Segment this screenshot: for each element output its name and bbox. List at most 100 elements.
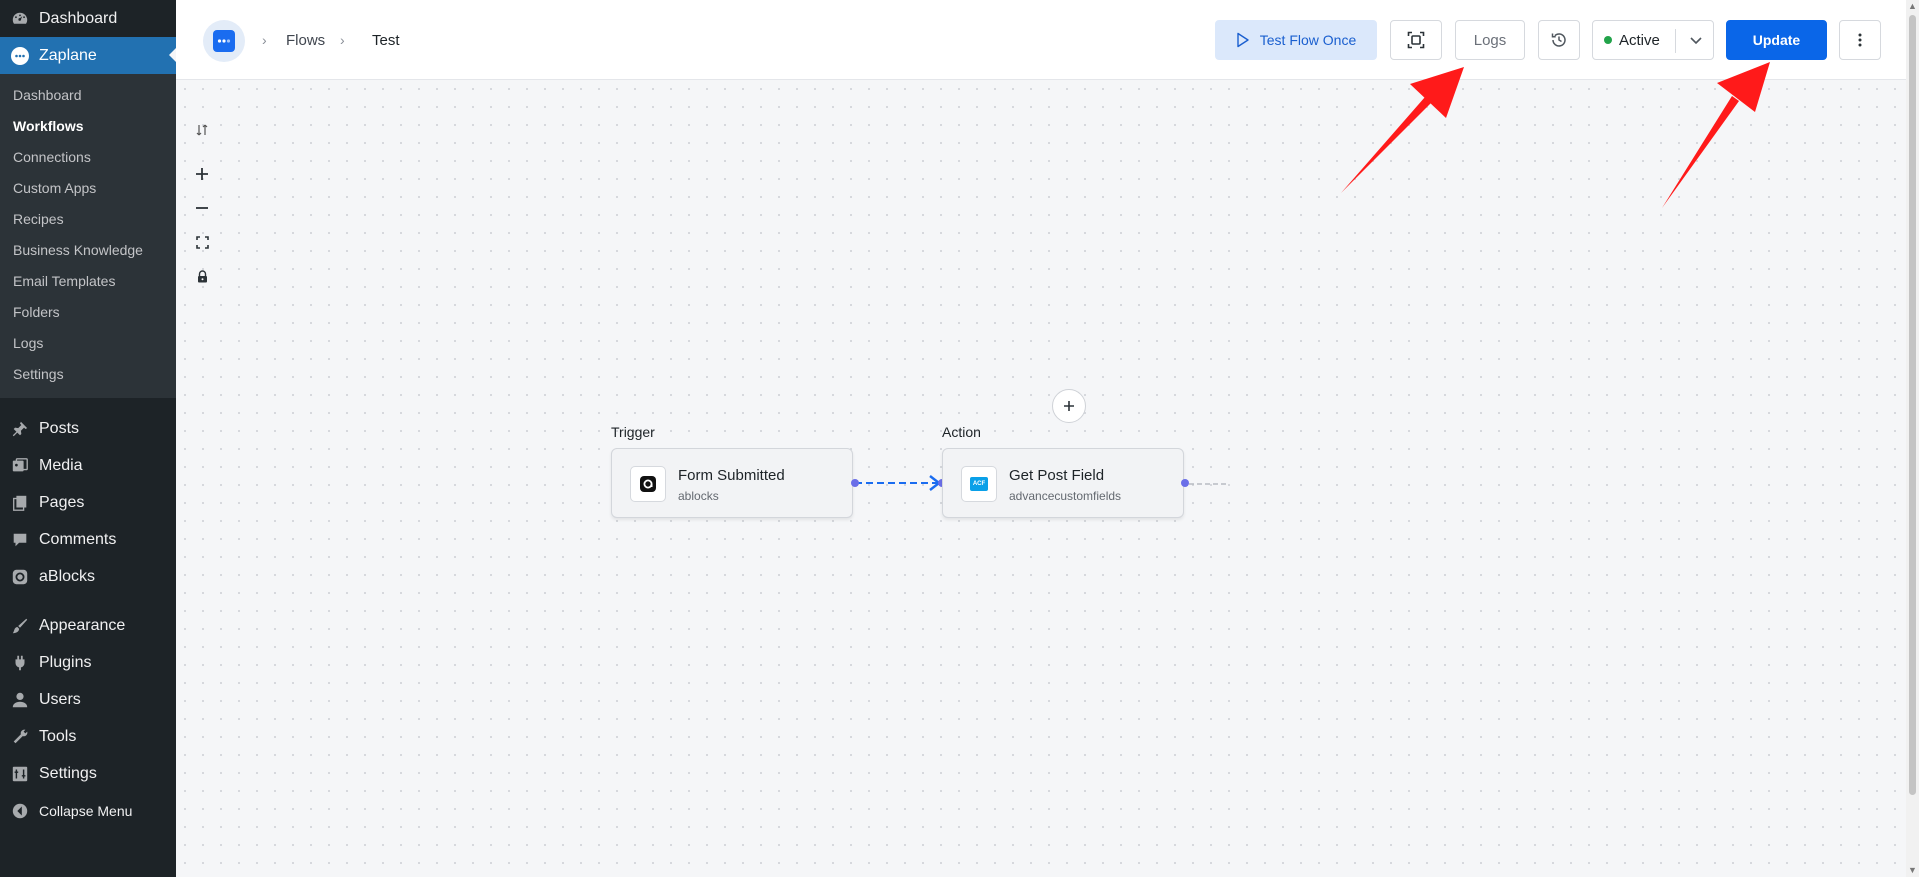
submenu-logs[interactable]: Logs [0, 328, 176, 359]
play-icon [1237, 32, 1249, 48]
zaplane-submenu: Dashboard Workflows Connections Custom A… [0, 74, 176, 398]
lock-icon[interactable] [190, 264, 214, 288]
menu-posts[interactable]: Posts [0, 410, 176, 447]
submenu-business-knowledge[interactable]: Business Knowledge [0, 235, 176, 266]
menu-comments[interactable]: Comments [0, 521, 176, 558]
focus-view-button[interactable] [1390, 20, 1442, 60]
action-section-label: Action [942, 424, 981, 440]
submenu-connections[interactable]: Connections [0, 142, 176, 173]
trigger-app: ablocks [678, 489, 719, 503]
ablocks-app-icon [630, 466, 666, 502]
plug-icon [10, 653, 30, 673]
status-label: Active [1619, 31, 1660, 49]
settings-icon [10, 764, 30, 784]
menu-users[interactable]: Users [0, 681, 176, 718]
menu-collapse-label: Collapse Menu [39, 802, 133, 819]
submenu-folders[interactable]: Folders [0, 297, 176, 328]
zaplane-logo[interactable] [203, 20, 245, 62]
zaplane-logo-icon [213, 30, 235, 52]
acf-logo-text: ACF [970, 477, 988, 491]
submenu-dashboard[interactable]: Dashboard [0, 80, 176, 111]
admin-sidebar: Dashboard Zaplane Dashboard Workflows Co… [0, 0, 177, 877]
action-output-handle[interactable] [1181, 479, 1189, 487]
scroll-up-icon[interactable]: ▲ [1908, 2, 1917, 11]
menu-plugins[interactable]: Plugins [0, 644, 176, 681]
trigger-to-action-edge [855, 475, 941, 491]
menu-comments-label: Comments [39, 530, 117, 548]
submenu-recipes[interactable]: Recipes [0, 204, 176, 235]
chevron-down-icon[interactable] [1687, 31, 1705, 49]
scroll-thumb[interactable] [1909, 15, 1916, 795]
trigger-section-label: Trigger [611, 424, 655, 440]
menu-appearance[interactable]: Appearance [0, 607, 176, 644]
logs-button[interactable]: Logs [1455, 20, 1525, 60]
trigger-title: Form Submitted [678, 467, 785, 484]
breadcrumb-flows[interactable]: Flows [286, 32, 325, 49]
breadcrumb-current: Test [372, 32, 400, 49]
menu-zaplane[interactable]: Zaplane [0, 37, 177, 74]
dashboard-icon [10, 9, 30, 29]
history-button[interactable] [1538, 20, 1580, 60]
menu-media[interactable]: Media [0, 447, 176, 484]
fit-view-icon[interactable] [190, 230, 214, 254]
wrench-icon [10, 727, 30, 747]
flow-editor-header: › Flows › Test Test Flow Once Logs Activ… [176, 0, 1906, 80]
plus-icon [1064, 401, 1074, 411]
update-label: Update [1752, 32, 1801, 48]
comment-icon [10, 530, 30, 550]
zoom-out-icon[interactable] [190, 196, 214, 220]
menu-settings-label: Settings [39, 764, 97, 782]
menu-tools-label: Tools [39, 727, 77, 745]
zaplane-icon [10, 46, 30, 66]
menu-settings[interactable]: Settings [0, 755, 176, 792]
trigger-output-handle[interactable] [851, 479, 859, 487]
breadcrumb-chevron-icon: › [262, 32, 267, 48]
pending-edge [1189, 483, 1229, 485]
test-flow-once-label: Test Flow Once [1259, 32, 1357, 48]
add-step-button[interactable] [1052, 389, 1086, 423]
update-button[interactable]: Update [1726, 20, 1827, 60]
trigger-node[interactable]: Form Submitted ablocks [611, 448, 853, 518]
action-title: Get Post Field [1009, 467, 1105, 484]
ablocks-icon [10, 567, 30, 587]
menu-tools[interactable]: Tools [0, 718, 176, 755]
menu-pages[interactable]: Pages [0, 484, 176, 521]
focus-frame-icon [1407, 31, 1425, 49]
menu-dashboard-label: Dashboard [39, 9, 118, 27]
kebab-menu-icon [1858, 33, 1862, 47]
flow-canvas[interactable]: Trigger Form Submitted ablocks Action AC… [176, 80, 1906, 877]
collapse-icon [10, 801, 30, 821]
history-icon [1551, 33, 1566, 47]
menu-ablocks-label: aBlocks [39, 567, 96, 585]
menu-plugins-label: Plugins [39, 653, 92, 671]
logs-label: Logs [1473, 31, 1507, 49]
swap-direction-icon[interactable] [190, 118, 214, 142]
zoom-in-icon[interactable] [190, 162, 214, 186]
media-icon [10, 456, 30, 476]
menu-posts-label: Posts [39, 419, 80, 437]
menu-dashboard[interactable]: Dashboard [0, 0, 176, 37]
status-toggle[interactable]: Active [1592, 20, 1714, 60]
scroll-down-icon[interactable]: ▼ [1908, 866, 1917, 875]
submenu-custom-apps[interactable]: Custom Apps [0, 173, 176, 204]
test-flow-once-button[interactable]: Test Flow Once [1215, 20, 1377, 60]
submenu-workflows[interactable]: Workflows [0, 111, 176, 142]
action-node[interactable]: ACF Get Post Field advancecustomfields [942, 448, 1184, 518]
submenu-settings[interactable]: Settings [0, 359, 176, 390]
menu-zaplane-label: Zaplane [39, 46, 97, 64]
menu-pages-label: Pages [39, 493, 85, 511]
menu-appearance-label: Appearance [39, 616, 126, 634]
action-app: advancecustomfields [1009, 489, 1122, 503]
pin-icon [10, 419, 30, 439]
acf-app-icon: ACF [961, 466, 997, 502]
brush-icon [10, 616, 30, 636]
submenu-email-templates[interactable]: Email Templates [0, 266, 176, 297]
more-options-button[interactable] [1839, 20, 1881, 60]
status-active-dot [1604, 36, 1612, 44]
user-icon [10, 690, 30, 710]
page-scrollbar[interactable]: ▲ ▼ [1906, 0, 1919, 877]
menu-collapse[interactable]: Collapse Menu [0, 792, 176, 829]
breadcrumb-chevron-icon: › [340, 32, 345, 48]
menu-media-label: Media [39, 456, 83, 474]
menu-ablocks[interactable]: aBlocks [0, 558, 176, 595]
